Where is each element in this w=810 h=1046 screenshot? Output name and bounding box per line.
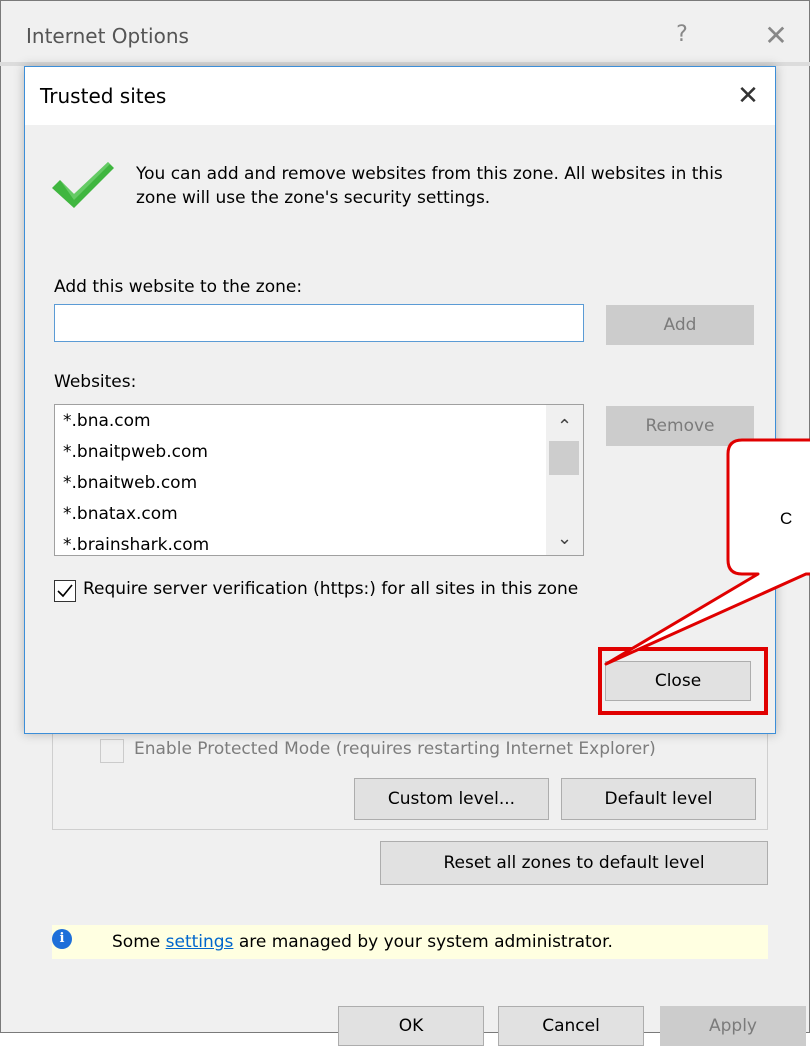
- custom-level-button[interactable]: Custom level...: [354, 778, 549, 820]
- websites-list[interactable]: *.bna.com *.bnaitpweb.com *.bnaitweb.com…: [54, 404, 584, 556]
- close-button-highlight: [598, 647, 768, 715]
- list-item[interactable]: *.bnaitweb.com: [63, 473, 197, 493]
- website-input[interactable]: [54, 304, 584, 342]
- info-icon: i: [52, 929, 72, 949]
- default-level-button[interactable]: Default level: [561, 778, 756, 820]
- zone-info-message: You can add and remove websites from thi…: [136, 164, 723, 208]
- chevron-down-icon[interactable]: ⌄: [546, 526, 583, 552]
- https-verification-label: Require server verification (https:) for…: [83, 579, 579, 599]
- websites-label: Websites:: [54, 372, 137, 392]
- cancel-button[interactable]: Cancel: [498, 1006, 644, 1046]
- reset-all-zones-button[interactable]: Reset all zones to default level: [380, 841, 768, 885]
- checkbox-check-icon: [57, 584, 73, 598]
- https-verification-checkbox[interactable]: [54, 580, 76, 602]
- chevron-up-icon[interactable]: ⌃: [546, 414, 583, 440]
- info-text-after: are managed by your system administrator…: [233, 932, 613, 952]
- admin-info-text: Some settings are managed by your system…: [112, 932, 613, 952]
- remove-button[interactable]: Remove: [606, 406, 754, 446]
- help-button[interactable]: ?: [668, 20, 696, 50]
- settings-link[interactable]: settings: [166, 932, 234, 952]
- list-item[interactable]: *.bnaitpweb.com: [63, 442, 208, 462]
- add-website-label: Add this website to the zone:: [54, 277, 303, 297]
- window-title: Internet Options: [26, 24, 189, 48]
- window-close-icon[interactable]: ✕: [756, 18, 796, 54]
- list-item[interactable]: *.bnatax.com: [63, 504, 178, 524]
- add-button[interactable]: Add: [606, 305, 754, 345]
- scroll-thumb[interactable]: [549, 441, 579, 475]
- dialog-close-icon[interactable]: ✕: [728, 76, 768, 116]
- checkmark-icon: [52, 162, 114, 208]
- apply-button[interactable]: Apply: [660, 1006, 806, 1046]
- dialog-title: Trusted sites: [40, 84, 167, 108]
- callout-text: C: [780, 509, 793, 528]
- ok-button[interactable]: OK: [338, 1006, 484, 1046]
- list-item[interactable]: *.bna.com: [63, 411, 151, 431]
- protected-mode-checkbox[interactable]: [100, 739, 124, 763]
- list-item[interactable]: *.brainshark.com: [63, 535, 209, 555]
- info-text-before: Some: [112, 932, 166, 952]
- protected-mode-label: Enable Protected Mode (requires restarti…: [134, 739, 656, 759]
